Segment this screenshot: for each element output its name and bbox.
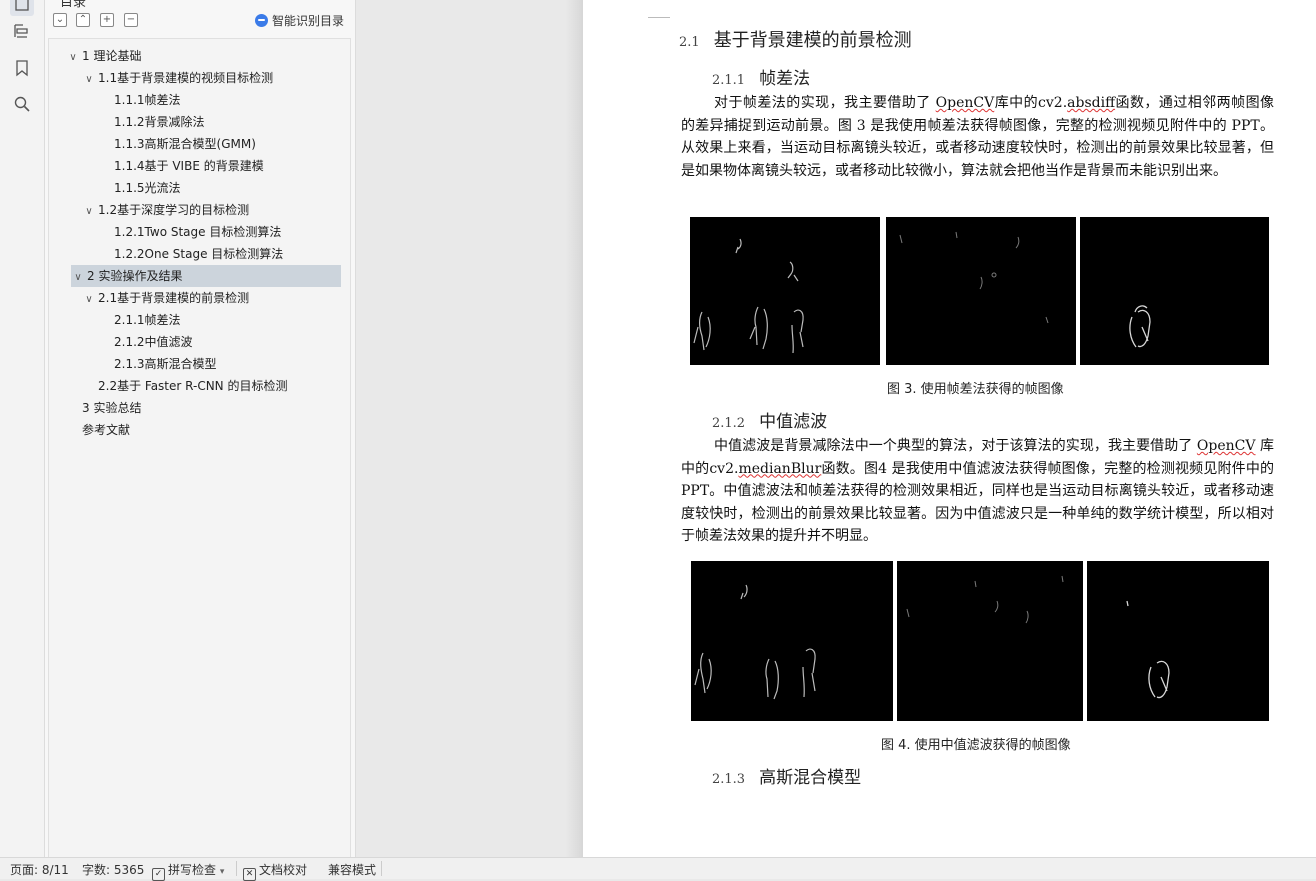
toc-item-label: 2 实验操作及结果 [87,269,183,283]
toc-item[interactable]: ∨ 1.2基于深度学习的目标检测 [49,199,378,221]
toc-item-label: 1.2.2One Stage 目标检测算法 [114,247,284,261]
status-separator [236,861,237,876]
figure-3-frame-1 [690,217,880,365]
outline-icon[interactable] [10,19,34,43]
proofread-icon: ✕ [243,868,256,881]
search-icon[interactable] [10,92,34,116]
toc-item-label: 1.1.1帧差法 [114,93,181,107]
page-shadow [565,0,583,857]
status-separator [381,861,382,876]
section-title: 基于背景建模的前景检测 [713,30,912,51]
subsection-title: 帧差法 [759,69,811,89]
para-text: 库中的cv2. [994,95,1068,111]
para-code-term: medianBlur [738,460,822,477]
spell-check-button[interactable]: ✓ 拼写检查 ▾ [152,861,224,881]
chevron-down-icon[interactable]: ∨ [82,201,96,223]
dropdown-icon: ▾ [219,867,225,877]
subsection-title: 中值滤波 [759,412,828,432]
subsection-number: 2.1.3 [712,772,746,787]
subsection-heading-1: 2.1.1 帧差法 [712,64,810,89]
subsection-heading-3: 2.1.3 高斯混合模型 [712,763,861,788]
toc-item[interactable]: ∨ 2.1基于背景建模的前景检测 [49,287,378,309]
toc-item-label: 2.1.2中值滤波 [114,335,193,349]
toc-item[interactable]: 参考文献 [49,419,378,441]
para-code-term: OpenCV [935,95,995,111]
toc-item-label: 2.1基于背景建模的前景检测 [98,291,250,305]
panel-title: 目录 [60,0,87,10]
figure-4-frame-1 [691,561,893,721]
word-count[interactable]: 字数: 5365 [82,861,144,878]
figure-4-frame-2 [897,561,1083,721]
toc-item-label: 1.1.2背景减除法 [114,115,205,129]
proofread-label: 文档校对 [259,863,308,877]
expand-all-button[interactable]: ⌃ [76,13,90,27]
toc-item-label: 参考文献 [82,423,131,437]
toc-item-label: 2.2基于 Faster R-CNN 的目标检测 [98,379,288,393]
chevron-down-icon[interactable]: ∨ [66,47,80,69]
collapse-all-button[interactable]: ⌄ [53,13,67,27]
para-code-term: OpenCV [1196,438,1256,454]
paragraph-frame-diff[interactable]: 对于帧差法的实现，我主要借助了 OpenCV库中的cv2.absdiff函数，通… [681,92,1274,182]
figure-3-frame-3 [1080,217,1269,365]
compat-mode: 兼容模式 [328,863,377,877]
document-page[interactable]: 2.1 基于背景建模的前景检测 2.1.1 帧差法 对于帧差法的实现，我主要借助了 … [583,0,1316,857]
smart-toc-label: 智能识别目录 [272,14,345,28]
subsection-title: 高斯混合模型 [759,768,862,788]
page-corner-mark [648,0,670,18]
toc-item-label: 1.2.1Two Stage 目标检测算法 [114,225,282,239]
add-heading-button[interactable]: + [100,13,114,27]
toc-item-label: 1.1.3高斯混合模型(GMM) [114,137,256,151]
figure-4-caption: 图 4. 使用中值滤波获得的帧图像 [881,738,1071,753]
subsection-number: 2.1.2 [712,416,746,431]
paragraph-median-filter[interactable]: 中值滤波是背景减除法中一个典型的算法，对于该算法的实现，我主要借助了 OpenC… [681,435,1274,548]
chevron-down-icon[interactable]: ∨ [82,289,96,311]
toc-item[interactable]: ∨ 2 实验操作及结果 [71,265,341,287]
subsection-number: 2.1.1 [712,73,746,88]
figure-3-frame-2 [886,217,1076,365]
section-number: 2.1 [679,35,700,50]
toc-tree: ∨ 1 理论基础 ∨ 1.1基于背景建模的视频目标检测 1.1.1帧差法 1.1.2背景减… [48,38,351,858]
para-text: 对于帧差法的实现，我主要借助了 [714,95,936,111]
chevron-down-icon[interactable]: ∨ [71,267,85,289]
page-indicator[interactable]: 页面: 8/11 [10,861,69,878]
toc-item-label: 2.1.3高斯混合模型 [114,357,217,371]
proofread-button[interactable]: ✕ 文档校对 [243,861,307,881]
toc-item-label: 2.1.1帧差法 [114,313,181,327]
para-text: 中值滤波是背景减除法中一个典型的算法，对于该算法的实现，我主要借助了 [714,438,1197,454]
bookmark-icon[interactable] [10,56,34,80]
smart-toc-button[interactable]: 智能识别目录 [255,12,344,29]
remove-heading-button[interactable]: − [124,13,138,27]
document-background [356,0,582,857]
navigation-panel: 目录 ⌄ ⌃ + − 智能识别目录 ∨ 1 理论基础 ∨ 1.1基于背景建模的视频目标… [45,0,356,858]
toc-item[interactable]: 2.2基于 Faster R-CNN 的目标检测 [49,375,394,397]
section-heading: 2.1 基于背景建模的前景检测 [679,26,912,52]
left-icon-rail [0,0,45,857]
toc-item-label: 1.2基于深度学习的目标检测 [98,203,250,217]
toc-item[interactable]: ∨ 1.1基于背景建模的视频目标检测 [49,67,378,89]
status-bar: 页面: 8/11 字数: 5365 ✓ 拼写检查 ▾ ✕ 文档校对 兼容模式 [0,857,1316,881]
toc-item-label: 1.1基于背景建模的视频目标检测 [98,71,274,85]
toc-item-label: 1 理论基础 [82,49,142,63]
toc-item-label: 1.1.5光流法 [114,181,181,195]
spell-check-label: 拼写检查 [168,863,217,877]
chevron-down-icon[interactable]: ∨ [82,69,96,91]
toc-item-label: 1.1.4基于 VIBE 的背景建模 [114,159,264,173]
smart-toc-icon [255,14,268,27]
toc-item[interactable]: 3 实验总结 [49,397,378,419]
check-icon: ✓ [152,868,165,881]
toc-icon[interactable] [10,0,34,16]
figure-4-frame-3 [1087,561,1269,721]
subsection-heading-2: 2.1.2 中值滤波 [712,407,827,432]
toc-item[interactable]: ∨ 1 理论基础 [49,45,362,67]
figure-3-caption: 图 3. 使用帧差法获得的帧图像 [887,382,1064,397]
toc-item-label: 3 实验总结 [82,401,142,415]
para-code-term: absdiff [1067,95,1116,111]
